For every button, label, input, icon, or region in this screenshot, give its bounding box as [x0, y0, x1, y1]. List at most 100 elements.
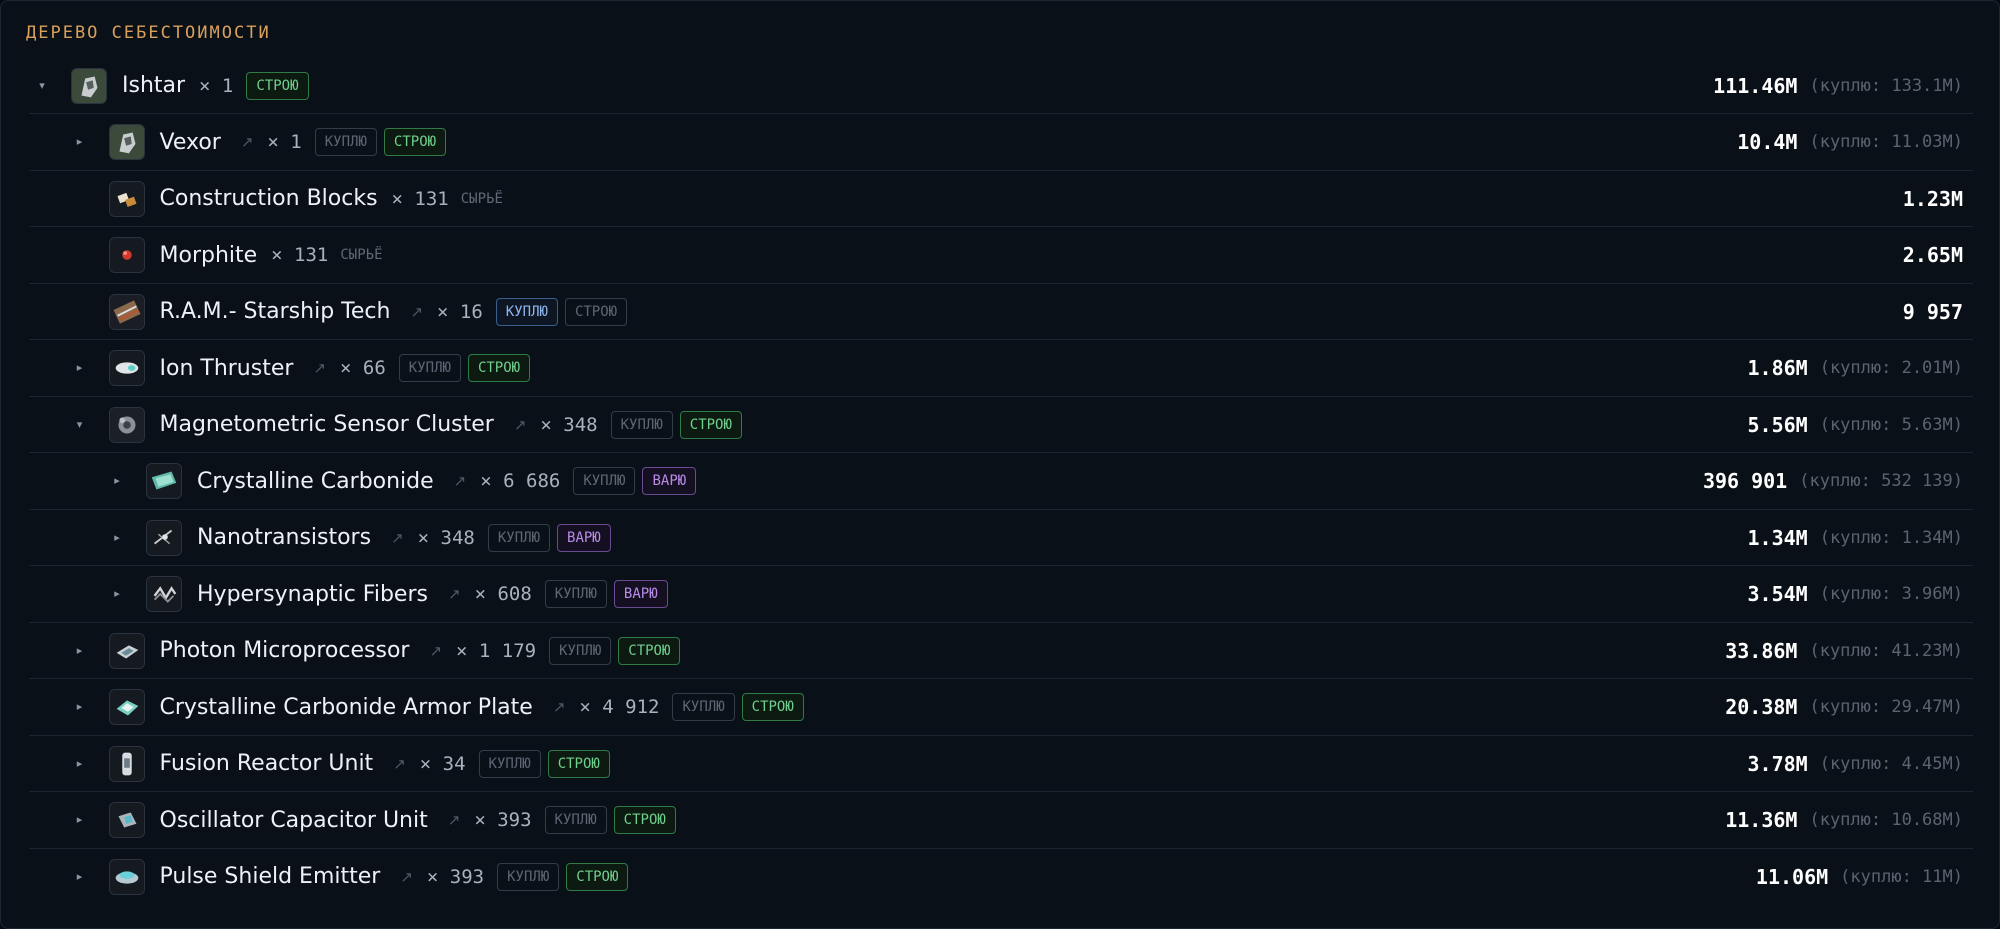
item-quantity: × 393 — [474, 809, 532, 831]
tree-row[interactable]: ▸ Photon Microprocessor ↗ × 1 179 КУПЛЮ СТРОЮ… — [29, 623, 1973, 679]
open-link-icon[interactable]: ↗ — [553, 698, 566, 716]
armor-plate-icon — [108, 689, 145, 725]
open-link-icon[interactable]: ↗ — [514, 416, 527, 434]
build-button[interactable]: СТРОЮ — [613, 806, 676, 834]
tree-row[interactable]: ▸ Hypersynaptic Fibers ↗ × 608 КУПЛЮ ВАРЮ 3.54… — [29, 566, 1973, 623]
build-button[interactable]: СТРОЮ — [547, 749, 610, 778]
expand-toggle-icon[interactable]: ▸ — [70, 810, 90, 830]
buy-button[interactable]: КУПЛЮ — [495, 297, 558, 326]
buy-button[interactable]: КУПЛЮ — [314, 128, 377, 156]
item-name: Photon Microprocessor — [159, 638, 410, 663]
expand-toggle-icon[interactable]: ▸ — [70, 358, 90, 378]
item-cost: 11.06M — [1755, 864, 1829, 889]
build-button[interactable]: СТРОЮ — [741, 693, 804, 721]
item-name: Crystalline Carbonide — [197, 468, 434, 494]
buy-button[interactable]: КУПЛЮ — [610, 410, 673, 439]
open-link-icon[interactable]: ↗ — [429, 642, 442, 660]
item-quantity: × 6 686 — [480, 470, 561, 492]
item-quantity: × 131 — [271, 244, 329, 266]
item-buy-price: (куплю: 11M) — [1840, 866, 1963, 887]
item-quantity: × 4 912 — [579, 696, 660, 718]
open-link-icon[interactable]: ↗ — [448, 811, 461, 829]
item-price: 1.34M (куплю: 1.34M) — [1747, 510, 1963, 566]
tree-row[interactable]: ▸ Ion Thruster ↗ × 66 КУПЛЮ СТРОЮ 1.86M (куплю:… — [29, 340, 1973, 397]
build-button[interactable]: СТРОЮ — [564, 297, 628, 326]
item-quantity: × 608 — [474, 583, 532, 605]
open-link-icon[interactable]: ↗ — [391, 529, 404, 547]
item-main: Pulse Shield Emitter ↗ × 393 КУПЛЮ СТРОЮ — [160, 849, 629, 905]
item-main: Magnetometric Sensor Cluster ↗ × 348 КУПЛЮ С… — [160, 397, 742, 453]
item-buy-price: (куплю: 1.34M) — [1819, 527, 1963, 548]
item-name: Morphite — [159, 242, 258, 268]
react-button[interactable]: ВАРЮ — [642, 467, 697, 495]
item-name: Ishtar — [122, 73, 186, 98]
tree-row[interactable]: ▸ Fusion Reactor Unit ↗ × 34 КУПЛЮ СТРОЮ 3.78M… — [29, 736, 1973, 792]
item-cost: 111.46M — [1713, 73, 1798, 98]
buy-button[interactable]: КУПЛЮ — [549, 636, 612, 665]
collapse-toggle-icon[interactable]: ▾ — [70, 415, 90, 435]
cost-tree: ▾ Ishtar × 1 СТРОЮ 111.46M (куплю: 133.1M) ▸ Ve… — [29, 58, 1973, 906]
item-quantity: × 348 — [540, 413, 598, 436]
build-button[interactable]: СТРОЮ — [679, 410, 742, 439]
build-button[interactable]: СТРОЮ — [383, 128, 447, 156]
expand-toggle-icon[interactable]: ▸ — [70, 132, 90, 152]
open-link-icon[interactable]: ↗ — [454, 472, 467, 490]
tree-row[interactable]: R.A.M.- Starship Tech ↗ × 16 КУПЛЮ СТРОЮ 9 95… — [29, 284, 1973, 340]
datacore-icon — [108, 293, 145, 330]
collapse-toggle-icon[interactable]: ▾ — [32, 76, 52, 96]
item-buy-price: (куплю: 11.03M) — [1809, 132, 1963, 152]
transistor-icon — [146, 519, 182, 556]
buy-button[interactable]: КУПЛЮ — [573, 467, 636, 495]
tree-row[interactable]: ▾ Magnetometric Sensor Cluster ↗ × 348 КУПЛЮ… — [29, 397, 1973, 453]
open-link-icon[interactable]: ↗ — [393, 755, 406, 773]
open-link-icon[interactable]: ↗ — [410, 303, 423, 321]
buy-button[interactable]: КУПЛЮ — [497, 862, 560, 891]
buy-button[interactable]: КУПЛЮ — [544, 806, 607, 834]
tree-row[interactable]: ▸ Oscillator Capacitor Unit ↗ × 393 КУПЛЮ СТР… — [29, 792, 1973, 849]
buy-button[interactable]: КУПЛЮ — [478, 749, 541, 778]
cost-tree-panel: ДЕРЕВО СЕБЕСТОИМОСТИ ▾ Ishtar × 1 СТРОЮ 111.… — [0, 0, 2000, 929]
expand-toggle-icon[interactable]: ▸ — [70, 754, 90, 774]
open-link-icon[interactable]: ↗ — [448, 585, 461, 603]
item-name: R.A.M.- Starship Tech — [159, 299, 391, 324]
build-button[interactable]: СТРОЮ — [566, 862, 629, 891]
expand-toggle-icon[interactable]: ▸ — [70, 697, 90, 717]
open-link-icon[interactable]: ↗ — [241, 133, 254, 151]
open-link-icon[interactable]: ↗ — [400, 868, 413, 886]
tree-row[interactable]: ▾ Ishtar × 1 СТРОЮ 111.46M (куплю: 133.1M) — [29, 58, 1973, 114]
react-button[interactable]: ВАРЮ — [613, 580, 668, 608]
item-name: Crystalline Carbonide Armor Plate — [159, 694, 533, 720]
item-cost: 396 901 — [1702, 469, 1788, 493]
tree-row[interactable]: ▸ Nanotransistors ↗ × 348 КУПЛЮ ВАРЮ 1.34M (куп… — [29, 510, 1973, 566]
tree-row[interactable]: ▸ Vexor ↗ × 1 КУПЛЮ СТРОЮ 10.4M (куплю: 11.03M) — [29, 114, 1973, 171]
expand-toggle-icon[interactable]: ▸ — [107, 584, 127, 604]
build-button[interactable]: СТРОЮ — [467, 354, 531, 382]
react-button[interactable]: ВАРЮ — [557, 523, 611, 552]
item-quantity: × 34 — [419, 752, 466, 775]
build-button[interactable]: СТРОЮ — [246, 71, 309, 100]
buy-button[interactable]: КУПЛЮ — [544, 580, 607, 608]
expand-toggle-icon[interactable]: ▸ — [107, 471, 127, 491]
expand-toggle-icon[interactable]: ▸ — [70, 641, 90, 661]
item-name: Magnetometric Sensor Cluster — [159, 412, 494, 437]
item-quantity: × 16 — [437, 300, 483, 323]
item-price: 11.36M (куплю: 10.68M) — [1725, 792, 1963, 848]
item-name: Vexor — [159, 129, 221, 155]
open-link-icon[interactable]: ↗ — [313, 359, 326, 377]
expand-toggle-icon[interactable]: ▸ — [70, 867, 90, 887]
build-button[interactable]: СТРОЮ — [618, 636, 681, 665]
item-name: Pulse Shield Emitter — [159, 864, 381, 889]
item-price: 10.4M (куплю: 11.03M) — [1737, 114, 1963, 170]
tree-row[interactable]: Morphite × 131 СЫРЬЁ 2.65M — [29, 227, 1973, 284]
item-buy-price: (куплю: 2.01M) — [1819, 358, 1963, 378]
buy-button[interactable]: КУПЛЮ — [672, 693, 735, 721]
tree-row[interactable]: ▸ Crystalline Carbonide Armor Plate ↗ × 4 9… — [29, 679, 1973, 736]
expand-toggle-icon[interactable]: ▸ — [107, 528, 127, 548]
tree-row[interactable]: Construction Blocks × 131 СЫРЬЁ 1.23M — [29, 171, 1973, 227]
tree-row[interactable]: ▸ Crystalline Carbonide ↗ × 6 686 КУПЛЮ ВАРЮ 3… — [29, 453, 1973, 510]
item-name: Fusion Reactor Unit — [159, 751, 374, 776]
item-cost: 11.36M — [1725, 808, 1798, 832]
buy-button[interactable]: КУПЛЮ — [487, 523, 551, 552]
tree-row[interactable]: ▸ Pulse Shield Emitter ↗ × 393 КУПЛЮ СТРОЮ 11.… — [29, 849, 1973, 906]
buy-button[interactable]: КУПЛЮ — [398, 354, 461, 382]
